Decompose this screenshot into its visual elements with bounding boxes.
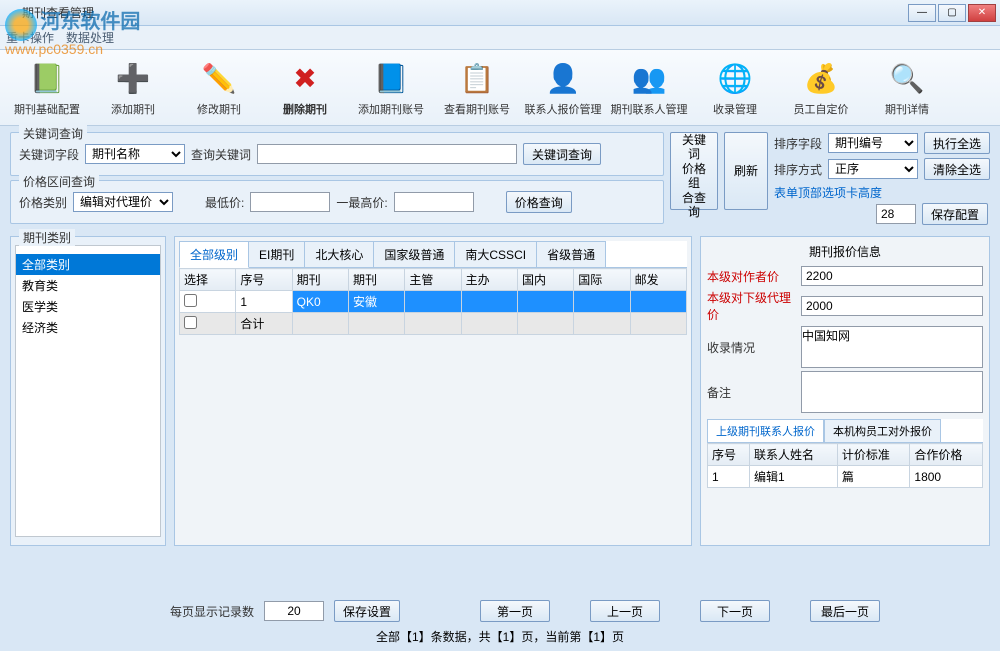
keyword-input[interactable] (257, 144, 517, 164)
toolbar: 📗期刊基础配置➕添加期刊✏️修改期刊✖删除期刊📘添加期刊账号📋查看期刊账号👤联系… (0, 50, 1000, 126)
first-page-button[interactable]: 第一页 (480, 600, 550, 622)
info-panel: 期刊报价信息 本级对作者价 本级对下级代理价 收录情况 中国知网 备注 上级期刊… (700, 236, 990, 546)
category-item[interactable]: 医学类 (16, 296, 160, 317)
prev-page-button[interactable]: 上一页 (590, 600, 660, 622)
titlebar: 期刊查看管理 — ▢ ✕ (0, 0, 1000, 26)
grid-header: 国际 (574, 269, 630, 291)
grid-header: 国内 (517, 269, 573, 291)
per-page-label: 每页显示记录数 (170, 603, 254, 620)
menu-data-proc[interactable]: 数据处理 (66, 29, 114, 46)
toolbar-btn-5[interactable]: 📋查看期刊账号 (438, 55, 516, 121)
sub-tab[interactable]: 上级期刊联系人报价 (707, 419, 824, 442)
clear-all-button[interactable]: 清除全选 (924, 158, 990, 180)
price-search-button[interactable]: 价格查询 (506, 191, 572, 213)
toolbar-btn-9[interactable]: 💰员工自定价 (782, 55, 860, 121)
category-item[interactable]: 全部类别 (16, 254, 160, 275)
toolbar-btn-6[interactable]: 👤联系人报价管理 (524, 55, 602, 121)
per-page-input[interactable] (264, 601, 324, 621)
combo-search-button[interactable]: 关键词价格组合查询 (670, 132, 718, 210)
menubar: 重卡操作 数据处理 (0, 26, 1000, 50)
keyword-field-select[interactable]: 期刊名称 (85, 144, 185, 164)
level-tab[interactable]: 省级普通 (536, 241, 606, 267)
contact-header: 序号 (708, 444, 750, 466)
next-page-button[interactable]: 下一页 (700, 600, 770, 622)
grid-header: 期刊 (292, 269, 348, 291)
author-price-label: 本级对作者价 (707, 268, 797, 285)
maximize-button[interactable]: ▢ (938, 4, 966, 22)
agent-price-input[interactable] (801, 296, 983, 316)
category-item[interactable]: 经济类 (16, 317, 160, 338)
keyword-label: 查询关键词 (191, 146, 251, 163)
main-grid[interactable]: 选择序号期刊期刊主管主办国内国际邮发 1QK0安徽合计 (179, 268, 687, 335)
sort-mode-select[interactable]: 正序 (828, 159, 918, 179)
level-tab[interactable]: 全部级别 (179, 241, 249, 268)
keyword-group-label: 关键词查询 (19, 125, 87, 142)
contact-header: 联系人姓名 (750, 444, 838, 466)
refresh-button[interactable]: 刷新 (724, 132, 768, 210)
grid-header: 主办 (461, 269, 517, 291)
pagination: 每页显示记录数 保存设置 第一页 上一页 下一页 最后一页 全部【1】条数据，共… (10, 596, 990, 645)
close-button[interactable]: ✕ (968, 4, 996, 22)
grid-header: 期刊 (348, 269, 404, 291)
select-all-button[interactable]: 执行全选 (924, 132, 990, 154)
save-config-button[interactable]: 保存配置 (922, 203, 988, 225)
toolbar-btn-0[interactable]: 📗期刊基础配置 (8, 55, 86, 121)
grid-header: 序号 (236, 269, 292, 291)
min-price-input[interactable] (250, 192, 330, 212)
menu-batch-op[interactable]: 重卡操作 (6, 29, 54, 46)
sort-field-select[interactable]: 期刊编号 (828, 133, 918, 153)
row-checkbox[interactable] (184, 294, 197, 307)
page-info: 全部【1】条数据，共【1】页，当前第【1】页 (10, 628, 990, 645)
sort-mode-label: 排序方式 (774, 161, 822, 178)
contact-grid[interactable]: 序号联系人姓名计价标准合作价格 1编辑1篇1800 (707, 443, 983, 488)
toolbar-btn-10[interactable]: 🔍期刊详情 (868, 55, 946, 121)
row-checkbox[interactable] (184, 316, 197, 329)
price-group-label: 价格区间查询 (19, 173, 99, 190)
table-area: 全部级别EI期刊北大核心国家级普通南大CSSCI省级普通 选择序号期刊期刊主管主… (174, 236, 692, 546)
remark-input[interactable] (801, 371, 983, 413)
agent-price-label: 本级对下级代理价 (707, 289, 797, 323)
max-price-input[interactable] (394, 192, 474, 212)
category-item[interactable]: 教育类 (16, 275, 160, 296)
category-title: 期刊类别 (19, 229, 75, 246)
save-page-button[interactable]: 保存设置 (334, 600, 400, 622)
tab-height-input[interactable] (876, 204, 916, 224)
toolbar-btn-8[interactable]: 🌐收录管理 (696, 55, 774, 121)
table-row[interactable]: 合计 (180, 313, 687, 335)
toolbar-btn-2[interactable]: ✏️修改期刊 (180, 55, 258, 121)
toolbar-btn-3[interactable]: ✖删除期刊 (266, 55, 344, 121)
tab-height-label: 表单顶部选项卡高度 (774, 184, 918, 201)
info-title: 期刊报价信息 (707, 243, 983, 260)
last-page-button[interactable]: 最后一页 (810, 600, 880, 622)
level-tab[interactable]: EI期刊 (248, 241, 305, 267)
contact-row[interactable]: 1编辑1篇1800 (708, 466, 983, 488)
grid-header: 邮发 (630, 269, 686, 291)
table-row[interactable]: 1QK0安徽 (180, 291, 687, 313)
level-tab[interactable]: 国家级普通 (373, 241, 455, 267)
price-type-select[interactable]: 编辑对代理价 (73, 192, 173, 212)
keyword-field-label: 关键词字段 (19, 146, 79, 163)
max-price-label: 一最高价: (336, 194, 387, 211)
sub-tab[interactable]: 本机构员工对外报价 (824, 419, 941, 442)
min-price-label: 最低价: (205, 194, 244, 211)
toolbar-btn-1[interactable]: ➕添加期刊 (94, 55, 172, 121)
contact-header: 计价标准 (837, 444, 910, 466)
contact-header: 合作价格 (910, 444, 983, 466)
level-tab[interactable]: 北大核心 (304, 241, 374, 267)
window-title: 期刊查看管理 (4, 4, 908, 21)
toolbar-btn-4[interactable]: 📘添加期刊账号 (352, 55, 430, 121)
toolbar-btn-7[interactable]: 👥期刊联系人管理 (610, 55, 688, 121)
keyword-search-button[interactable]: 关键词查询 (523, 143, 601, 165)
price-type-label: 价格类别 (19, 194, 67, 211)
remark-label: 备注 (707, 384, 797, 401)
level-tab[interactable]: 南大CSSCI (454, 241, 537, 267)
grid-header: 主管 (405, 269, 461, 291)
inclusion-input[interactable]: 中国知网 (801, 326, 983, 368)
author-price-input[interactable] (801, 266, 983, 286)
grid-header: 选择 (180, 269, 236, 291)
sort-field-label: 排序字段 (774, 135, 822, 152)
inclusion-label: 收录情况 (707, 339, 797, 356)
minimize-button[interactable]: — (908, 4, 936, 22)
